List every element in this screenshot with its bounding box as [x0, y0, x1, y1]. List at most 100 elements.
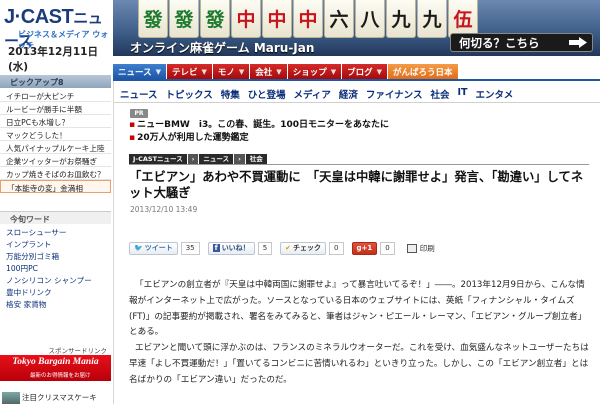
- subnav-link[interactable]: ニュース: [120, 87, 158, 101]
- chevron-down-icon: ▼: [330, 67, 337, 76]
- nav-tab-tv[interactable]: テレビ ▼: [166, 64, 212, 79]
- mahjong-tile: 發: [138, 0, 168, 38]
- mahjong-tile: 九: [417, 0, 447, 38]
- pickup-item[interactable]: 人気パイナップルケーキ上陸: [0, 141, 111, 154]
- nav-tab-label: モノ: [217, 67, 235, 78]
- pickup-item[interactable]: イチローが大ピンチ: [0, 89, 111, 102]
- breadcrumb-item[interactable]: 社会: [245, 154, 267, 164]
- facebook-icon: f: [212, 244, 220, 252]
- arrow-right-icon: [569, 37, 587, 48]
- pickup-header: ピックアップ8: [0, 75, 111, 88]
- logo-area[interactable]: J·CASTニュース ビジネス＆メディア ウォッチ 2013年12月11日(水): [0, 0, 112, 73]
- article-body: 「エビアンの創立者が『天皇は中韓両国に謝罪せよ』って暴言吐いてるぞ！」――。20…: [129, 278, 589, 389]
- nav-tab-blog[interactable]: ブログ ▼: [342, 64, 387, 79]
- pr-link-label: 20万人が利用した運勢鑑定: [137, 133, 249, 143]
- pickup-item[interactable]: 日立PCも水増し？: [0, 115, 111, 128]
- subnav-link[interactable]: 経済: [339, 87, 358, 101]
- pickup-item[interactable]: カップ焼きそばのお皿飲む？: [0, 167, 111, 180]
- promo-item[interactable]: 注目クリスマスケーキ: [0, 392, 111, 404]
- mahjong-tile: 中: [293, 0, 323, 38]
- article-title: 「エビアン」あわや不買運動に 「天皇は中韓に謝罪せよ」発言、「勘違い」してネット…: [129, 170, 584, 200]
- article-paragraph: エビアンと聞いて頭に浮かぶのは、フランスのミネラルウオーターだ。これを受け、血気…: [129, 343, 589, 385]
- google-plus-button[interactable]: g+1: [351, 241, 378, 255]
- mahjong-tile: 發: [169, 0, 199, 38]
- pickup-item-highlight[interactable]: 「本能寺の変」金満相: [0, 180, 111, 193]
- subnav-link[interactable]: 社会: [430, 87, 449, 101]
- logo-j: J: [4, 6, 15, 28]
- trend-words-list: スローシューサー インプラント 万能分別ゴミ箱 100円PC ノンシリコン シャ…: [0, 225, 111, 309]
- promo-block[interactable]: Tokyo Bargain Mania 最新のお得情報をお届け 注目クリスマスケ…: [0, 355, 111, 404]
- subnav-link[interactable]: エンタメ: [476, 87, 514, 101]
- chevron-down-icon: ▼: [201, 67, 207, 76]
- article-date: 2013/12/10 13:49: [130, 205, 198, 214]
- mahjong-tiles: 發 發 發 中 中 中 六 八 九 九 伍: [138, 0, 478, 38]
- mahjong-tile: 中: [231, 0, 261, 38]
- plus-count: 0: [380, 241, 395, 255]
- sub-nav: ニュース トピックス 特集 ひと登場 メディア 経済 ファイナンス 社会 IT …: [120, 87, 513, 101]
- check-label: チェック: [293, 244, 322, 252]
- promo-item-label: 注目クリスマスケーキ: [22, 393, 97, 402]
- like-count: 5: [257, 241, 273, 255]
- breadcrumb: J-CASTニュース › ニュース › 社会: [129, 154, 267, 164]
- nav-tab-news[interactable]: ニュース ▼: [113, 64, 166, 79]
- promo-subtitle: 最新のお得情報をお届け: [30, 373, 91, 379]
- trend-word-link[interactable]: 格安 家賃物: [0, 297, 111, 309]
- banner-title: オンライン麻雀ゲーム Maru-Jan: [130, 41, 315, 55]
- divider: [129, 164, 589, 165]
- article-paragraph: 「エビアンの創立者が『天皇は中韓両国に謝罪せよ』って暴言吐いてるぞ！」――。20…: [129, 280, 587, 338]
- mixi-check-button[interactable]: ✔ チェック: [280, 241, 327, 255]
- trend-word-link[interactable]: スローシューサー: [0, 225, 111, 237]
- category-nav: ニュース ▼ テレビ ▼ モノ ▼ 会社 ▼ ショップ ▼ ブログ ▼ がんばろう日本: [113, 64, 600, 79]
- breadcrumb-item[interactable]: J-CASTニュース: [129, 154, 187, 164]
- logo-cast: ·CAST: [14, 6, 74, 28]
- trend-word-link[interactable]: インプラント: [0, 237, 111, 249]
- nav-tab-label: ブログ: [347, 67, 373, 78]
- check-icon: ✔: [285, 244, 292, 252]
- breadcrumb-item[interactable]: ニュース: [199, 154, 234, 164]
- nav-tab-company[interactable]: 会社 ▼: [250, 64, 287, 79]
- mahjong-tile: 八: [355, 0, 385, 38]
- subnav-link[interactable]: IT: [457, 87, 467, 101]
- pickup-item[interactable]: 企業ツイッターがお祭騒ぎ: [0, 154, 111, 167]
- nav-tab-label: テレビ: [171, 67, 198, 78]
- pickup-item[interactable]: ルービーが勝手に半額: [0, 102, 111, 115]
- tweet-button[interactable]: 🐦 ツイート: [129, 241, 178, 255]
- banner-cta-button[interactable]: 何切る？こちら: [450, 33, 593, 52]
- pickup-item[interactable]: マックどうした！: [0, 128, 111, 141]
- printer-icon: [406, 243, 417, 253]
- subnav-link[interactable]: メディア: [293, 87, 330, 101]
- pr-link[interactable]: ▪ 20万人が利用した運勢鑑定: [129, 130, 249, 143]
- trend-word-link[interactable]: 100円PC: [0, 261, 111, 273]
- subnav-link[interactable]: 特集: [221, 87, 240, 101]
- divider: [114, 102, 600, 103]
- subnav-link[interactable]: トピックス: [166, 87, 213, 101]
- facebook-like-button[interactable]: f いいね！: [207, 241, 255, 255]
- trend-word-link[interactable]: 万能分別ゴミ箱: [0, 249, 111, 261]
- mahjong-tile: 中: [262, 0, 292, 38]
- check-count: 0: [329, 241, 344, 255]
- chevron-down-icon: ▼: [155, 67, 161, 76]
- trend-word-link[interactable]: 豊中ドリンク: [0, 285, 111, 297]
- subnav-link[interactable]: ひと登場: [248, 87, 286, 101]
- print-button[interactable]: 印刷: [406, 243, 435, 254]
- ad-banner[interactable]: 發 發 發 中 中 中 六 八 九 九 伍 オンライン麻雀ゲーム Maru-Ja…: [113, 0, 600, 56]
- like-label: いいね！: [221, 244, 250, 252]
- trend-words-header: 今旬ワード: [0, 211, 111, 224]
- plus-label: g+1: [356, 244, 373, 252]
- nav-tab-label: 会社: [255, 67, 273, 78]
- pr-link[interactable]: ▪ ニューBMW i3。この春、誕生。100日モニターをあなたに: [129, 117, 389, 130]
- nav-tab-shop[interactable]: ショップ ▼: [287, 64, 342, 79]
- nav-tab-label: ニュース: [118, 67, 152, 78]
- main-content: ニュース トピックス 特集 ひと登場 メディア 経済 ファイナンス 社会 IT …: [113, 81, 600, 404]
- trend-word-link[interactable]: ノンシリコン シャンプー: [0, 273, 111, 285]
- nav-tab-mono[interactable]: モノ ▼: [212, 64, 250, 79]
- subnav-link[interactable]: ファイナンス: [366, 87, 423, 101]
- promo-thumbnail: [2, 392, 20, 404]
- chevron-down-icon: ▼: [238, 67, 245, 76]
- mahjong-tile: 發: [200, 0, 230, 38]
- twitter-bird-icon: 🐦: [134, 244, 143, 252]
- nav-tab-label: がんばろう日本: [393, 67, 453, 78]
- mahjong-tile: 六: [324, 0, 354, 38]
- pr-link-label: ニューBMW i3。この春、誕生。100日モニターをあなたに: [137, 120, 389, 130]
- nav-tab-ganbarou[interactable]: がんばろう日本: [388, 64, 458, 79]
